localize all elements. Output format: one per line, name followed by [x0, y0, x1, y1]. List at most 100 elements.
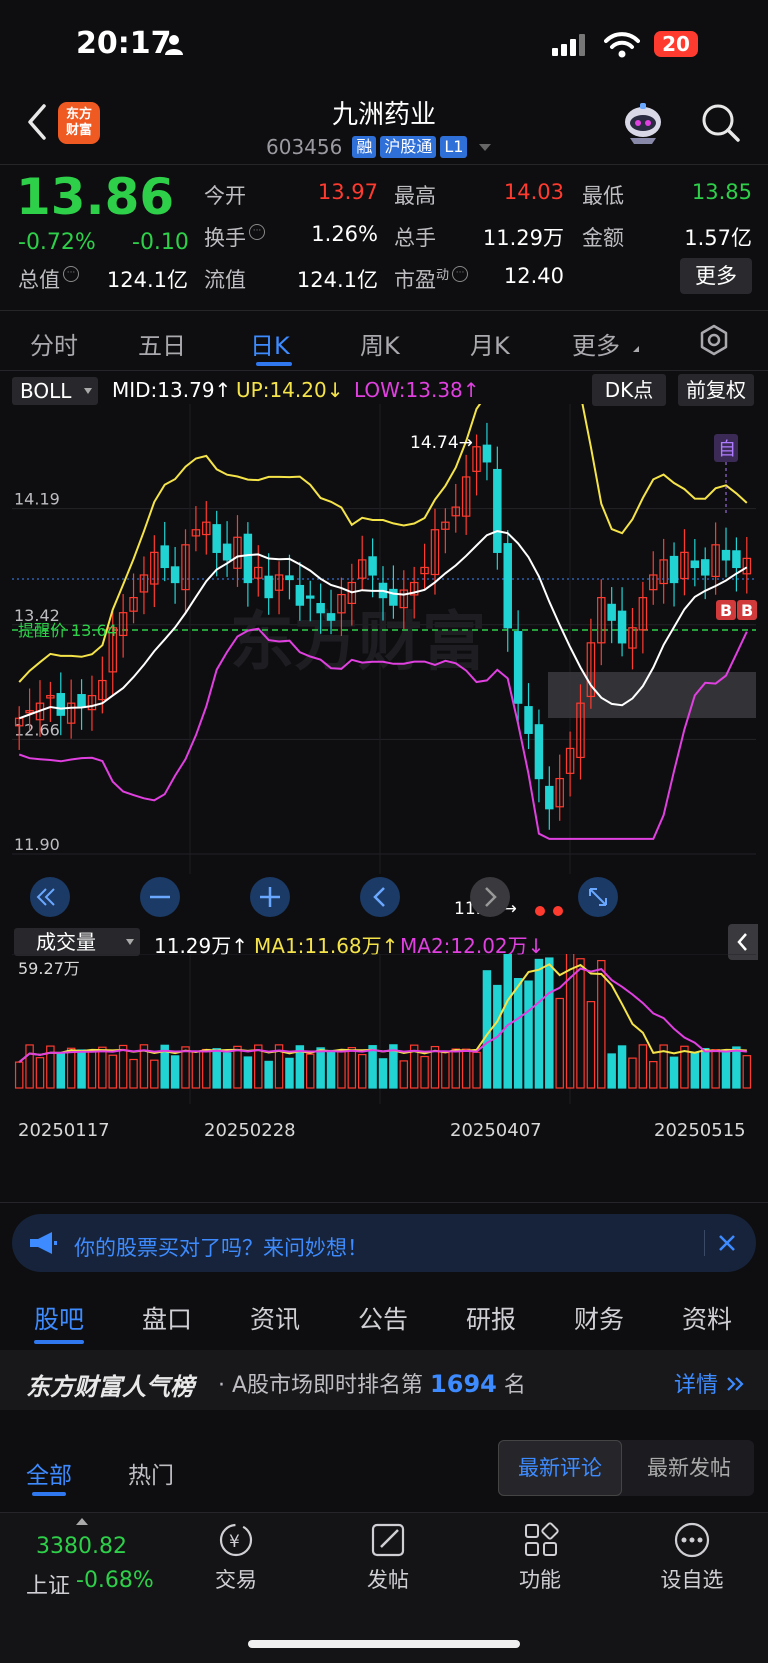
- open-value: 13.97: [317, 180, 378, 204]
- tab-intraday[interactable]: 分时: [30, 326, 78, 361]
- tab-announcement[interactable]: 公告: [358, 1300, 408, 1336]
- dk-point-button[interactable]: DK点: [592, 374, 666, 406]
- y-tick-label: 11.90: [14, 835, 60, 854]
- sort-latest-post[interactable]: 最新发帖: [624, 1440, 754, 1496]
- candle-body: [326, 613, 336, 621]
- divider: [0, 164, 768, 165]
- nav-trade[interactable]: ¥ 交易: [196, 1520, 276, 1592]
- volume-bar: [35, 1057, 45, 1089]
- tab-daily-k[interactable]: 日K: [250, 326, 290, 361]
- double-chevron-right-icon: [727, 1377, 744, 1391]
- candle-body: [700, 559, 710, 576]
- volume-max-label: 59.27万: [18, 959, 80, 978]
- volume-chart[interactable]: 59.27万 20250117 20250228 20250407 202505…: [0, 954, 768, 1154]
- volume-value: 11.29万: [482, 226, 564, 250]
- search-icon[interactable]: [700, 102, 742, 144]
- candle-body: [524, 706, 533, 734]
- volume-bar: [326, 1049, 336, 1089]
- tab-weekly-k[interactable]: 周K: [360, 326, 400, 361]
- volume-bar: [451, 1048, 460, 1089]
- volume-bar: [129, 1058, 138, 1089]
- filter-all[interactable]: 全部: [26, 1456, 72, 1490]
- amount-value: 1.57亿: [684, 226, 752, 250]
- volume-bar: [555, 997, 564, 1089]
- adjust-button[interactable]: 前复权: [678, 374, 754, 406]
- tab-monthly-k[interactable]: 月K: [470, 326, 510, 361]
- nav-functions[interactable]: 功能: [500, 1520, 580, 1592]
- volume-bar: [534, 958, 544, 1089]
- index-percent[interactable]: -0.68%: [76, 1568, 154, 1593]
- nav-post[interactable]: 发帖: [348, 1520, 428, 1592]
- candle-body: [513, 631, 523, 704]
- tab-guba[interactable]: 股吧: [34, 1300, 84, 1336]
- filter-hot[interactable]: 热门: [128, 1456, 174, 1490]
- volume-indicator-select[interactable]: 成交量: [14, 928, 140, 956]
- volume-bar: [25, 1044, 34, 1089]
- volume-bar: [669, 1056, 679, 1089]
- volume-bar: [430, 1045, 440, 1089]
- volume-bar: [503, 954, 512, 1089]
- robot-assistant-icon[interactable]: [620, 100, 666, 146]
- volume-bar: [472, 1051, 481, 1089]
- tab-profile[interactable]: 资料: [682, 1300, 732, 1336]
- date-label: 20250228: [204, 1120, 296, 1141]
- period-high-marker: 14.74→: [410, 433, 473, 453]
- active-tab-indicator: [256, 362, 292, 366]
- tab-research[interactable]: 研报: [466, 1300, 516, 1336]
- svg-text:¥: ¥: [229, 1532, 240, 1552]
- candle-body: [56, 693, 66, 716]
- info-icon[interactable]: ···: [63, 266, 79, 282]
- popularity-text: · A股市场即时排名第 1694 名: [218, 1370, 526, 1398]
- scroll-left-icon[interactable]: [360, 877, 400, 917]
- volume-bar: [378, 1058, 388, 1089]
- index-name[interactable]: 上证: [26, 1568, 70, 1600]
- stock-code: 603456: [266, 135, 343, 159]
- volume-bar: [222, 1052, 232, 1089]
- tab-pankou[interactable]: 盘口: [142, 1300, 192, 1336]
- volume-bar: [316, 1047, 325, 1089]
- boll-mid-value: MID:13.79↑: [112, 378, 232, 402]
- info-icon[interactable]: ···: [249, 224, 265, 240]
- battery-indicator: 20: [654, 31, 698, 57]
- volume-bar: [513, 978, 523, 1089]
- volume-bar: [482, 970, 492, 1089]
- gear-icon[interactable]: [698, 324, 730, 356]
- change-value: -0.10: [132, 230, 189, 255]
- info-icon[interactable]: ···: [452, 266, 469, 282]
- volume-ma1-line: [18, 963, 747, 1063]
- volume-bar: [638, 1044, 648, 1089]
- more-button[interactable]: 更多: [680, 258, 752, 294]
- candle-body: [368, 556, 377, 576]
- volume-bar: [617, 1045, 627, 1089]
- expand-arrow-icon[interactable]: [76, 1518, 88, 1525]
- index-value[interactable]: 3380.82: [36, 1534, 127, 1559]
- tab-finance[interactable]: 财务: [574, 1300, 624, 1336]
- popularity-detail-link[interactable]: 详情: [674, 1367, 747, 1399]
- date-label: 20250407: [450, 1120, 542, 1141]
- volume-bar: [306, 1053, 315, 1089]
- tab-more[interactable]: 更多: [572, 326, 620, 361]
- nav-add-watchlist[interactable]: 设自选: [652, 1520, 732, 1592]
- tab-news[interactable]: 资讯: [250, 1300, 300, 1336]
- candle-body: [222, 543, 232, 561]
- megaphone-icon: [30, 1232, 57, 1254]
- chevron-down-icon[interactable]: [479, 143, 492, 151]
- kline-chart[interactable]: 东方财富 14.9514.1913.4212.6611.90 提醒价 13.64…: [0, 404, 768, 924]
- sort-latest-comment[interactable]: 最新评论: [498, 1440, 622, 1496]
- volume-bar: [191, 1051, 201, 1089]
- indicator-select[interactable]: BOLL: [12, 377, 98, 405]
- low-label: 最低: [582, 184, 624, 208]
- boll-low-value: LOW:13.38↑: [354, 378, 480, 402]
- volume-bar: [108, 1054, 117, 1089]
- rewind-icon[interactable]: [30, 877, 70, 917]
- close-icon[interactable]: [718, 1234, 736, 1252]
- scroll-right-icon[interactable]: [470, 877, 510, 917]
- pe-value: 12.40: [503, 264, 564, 288]
- tab-five-day[interactable]: 五日: [138, 326, 186, 361]
- page-dot: [553, 906, 563, 916]
- float-cap-label: 流值: [204, 268, 246, 292]
- volume-bar: [597, 959, 606, 1089]
- ask-banner-text[interactable]: 你的股票买对了吗？来问妙想！: [74, 1232, 368, 1262]
- stock-code-row[interactable]: 603456 融 沪股通 L1: [266, 134, 492, 160]
- candle-body: [721, 549, 731, 561]
